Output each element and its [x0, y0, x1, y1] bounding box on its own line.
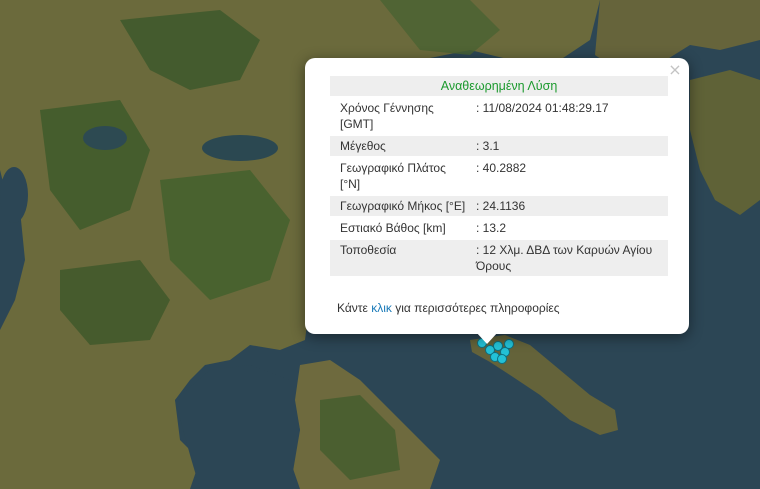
table-row: Χρόνος Γέννησης [GMT] : 11/08/2024 01:48… — [330, 98, 668, 134]
row-label: Γεωγραφικό Πλάτος [°N] — [340, 161, 446, 191]
more-info-prefix: Κάντε — [337, 301, 372, 315]
lake-2 — [202, 135, 278, 161]
earthquake-info-popup: × Αναθεωρημένη Λύση Χρόνος Γέννησης [GMT… — [305, 58, 689, 334]
row-value: : 13.2 — [476, 221, 507, 235]
earthquake-marker[interactable] — [497, 354, 507, 364]
row-label: Γεωγραφικό Μήκος [°E] — [330, 196, 474, 216]
row-label: Εστιακό Βάθος [km] — [340, 221, 446, 235]
table-row: Εστιακό Βάθος [km] : 13.2 — [330, 218, 668, 238]
row-value: : 24.1136 — [474, 196, 668, 216]
row-value: : 12 Χλμ. ΔΒΔ των Καρυών Αγίου Όρους — [474, 240, 668, 276]
table-row: Μέγεθος : 3.1 — [330, 136, 668, 156]
table-row: Τοποθεσία : 12 Χλμ. ΔΒΔ των Καρυών Αγίου… — [330, 240, 668, 276]
info-table: Αναθεωρημένη Λύση Χρόνος Γέννησης [GMT] … — [330, 74, 668, 278]
table-row: Γεωγραφικό Μήκος [°E] : 24.1136 — [330, 196, 668, 216]
earthquake-marker[interactable] — [504, 339, 514, 349]
row-value: : 11/08/2024 01:48:29.17 — [476, 101, 609, 115]
lake-1 — [83, 126, 127, 150]
popup-title: Αναθεωρημένη Λύση — [330, 76, 668, 96]
close-icon[interactable]: × — [667, 62, 683, 78]
row-value: : 40.2882 — [476, 161, 527, 175]
table-row-title: Αναθεωρημένη Λύση — [330, 76, 668, 96]
more-info-link[interactable]: κλικ — [371, 301, 392, 315]
lake-3 — [0, 167, 28, 223]
row-label: Χρόνος Γέννησης [GMT] — [340, 101, 434, 131]
popup-tip — [476, 332, 498, 344]
row-label: Τοποθεσία — [330, 240, 474, 276]
more-info-suffix: για περισσότερες πληροφορίες — [391, 301, 560, 315]
row-label: Μέγεθος — [330, 136, 474, 156]
table-row: Γεωγραφικό Πλάτος [°N] : 40.2882 — [330, 158, 668, 194]
more-info-text: Κάντε κλικ για περισσότερες πληροφορίες — [337, 301, 560, 315]
row-value: : 3.1 — [474, 136, 668, 156]
